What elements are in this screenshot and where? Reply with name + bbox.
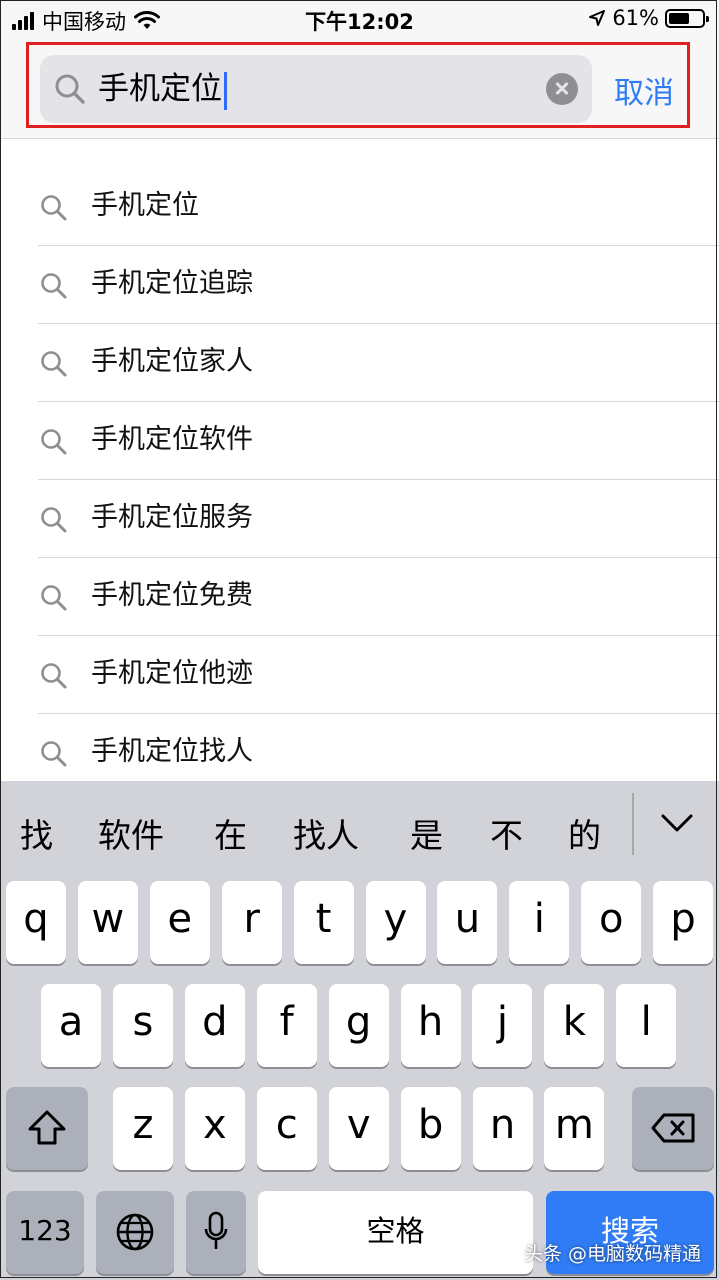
key-u[interactable]: u <box>437 881 498 964</box>
candidate-item[interactable]: 软件 <box>98 809 164 857</box>
suggestion-item[interactable]: 手机定位 <box>0 168 719 246</box>
candidate-item[interactable]: 是 <box>410 809 443 857</box>
suggestion-label: 手机定位家人 <box>91 346 253 377</box>
globe-icon <box>116 1213 154 1251</box>
candidate-item[interactable]: 找人 <box>293 809 359 857</box>
suggestion-item[interactable]: 手机定位追踪 <box>0 246 719 324</box>
key-j[interactable]: j <box>472 984 533 1067</box>
key-m[interactable]: m <box>544 1087 605 1170</box>
key-o[interactable]: o <box>581 881 642 964</box>
key-f[interactable]: f <box>256 984 317 1067</box>
keyboard: 找软件 在找人 是不的 q w e r t y u i o p a s d f g h j k l z x c v b n m 123 空… <box>0 781 719 1280</box>
suggestion-item[interactable]: 手机定位免费 <box>0 558 719 636</box>
search-icon <box>40 662 68 694</box>
key-e[interactable]: e <box>149 881 210 964</box>
key-x[interactable]: x <box>184 1087 245 1170</box>
suggestion-item[interactable]: 手机定位家人 <box>0 324 719 402</box>
key-z[interactable]: z <box>113 1087 173 1170</box>
backspace-key[interactable] <box>632 1087 714 1170</box>
key-d[interactable]: d <box>184 984 245 1067</box>
key-w[interactable]: w <box>77 881 138 964</box>
key-a[interactable]: a <box>41 984 101 1067</box>
key-c[interactable]: c <box>256 1087 317 1170</box>
suggestion-label: 手机定位追踪 <box>91 268 253 299</box>
text-cursor <box>224 71 227 110</box>
candidate-divider <box>632 793 634 855</box>
key-l[interactable]: l <box>616 984 677 1067</box>
battery-percent: 61% <box>612 6 659 30</box>
candidate-item[interactable]: 在 <box>214 809 247 857</box>
shift-key[interactable] <box>6 1087 88 1170</box>
candidate-item[interactable]: 的 <box>568 809 601 857</box>
status-right: 61% <box>588 6 709 30</box>
key-n[interactable]: n <box>472 1087 533 1170</box>
candidate-item[interactable]: 不 <box>490 809 523 857</box>
search-icon <box>40 740 68 772</box>
search-icon <box>40 506 68 538</box>
key-p[interactable]: p <box>653 881 714 964</box>
search-icon <box>40 584 68 616</box>
key-g[interactable]: g <box>328 984 389 1067</box>
suggestion-label: 手机定位找人 <box>91 736 253 767</box>
numbers-key[interactable]: 123 <box>6 1191 84 1274</box>
globe-key[interactable] <box>96 1191 174 1274</box>
suggestion-label: 手机定位服务 <box>91 502 253 533</box>
microphone-icon <box>204 1211 228 1249</box>
suggestion-label: 手机定位他迹 <box>91 658 253 689</box>
suggestion-item[interactable]: 手机定位软件 <box>0 402 719 480</box>
search-icon <box>55 74 85 104</box>
key-h[interactable]: h <box>400 984 461 1067</box>
status-bar: 中国移动 下午12:02 61% <box>0 0 719 38</box>
suggestion-item[interactable]: 手机定位他迹 <box>0 636 719 714</box>
microphone-key[interactable] <box>186 1191 246 1274</box>
search-query[interactable]: 手机定位 <box>98 69 227 110</box>
suggestion-item[interactable]: 手机定位服务 <box>0 480 719 558</box>
battery-icon <box>665 8 709 28</box>
candidate-bar: 找软件 在找人 是不的 <box>0 781 719 881</box>
search-icon <box>40 428 68 460</box>
shift-icon <box>28 1110 66 1145</box>
location-arrow-icon <box>589 10 606 26</box>
search-header: 手机定位 取消 <box>0 38 719 139</box>
chevron-down-icon[interactable] <box>660 811 694 835</box>
candidate-item[interactable]: 找 <box>20 809 53 857</box>
search-icon <box>40 194 68 226</box>
key-t[interactable]: t <box>293 881 354 964</box>
key-i[interactable]: i <box>509 881 570 964</box>
clear-icon[interactable] <box>546 73 578 105</box>
key-v[interactable]: v <box>328 1087 389 1170</box>
key-b[interactable]: b <box>400 1087 461 1170</box>
backspace-icon <box>651 1113 695 1143</box>
key-r[interactable]: r <box>221 881 282 964</box>
search-icon <box>40 350 68 382</box>
key-s[interactable]: s <box>112 984 173 1067</box>
battery-level <box>669 12 689 24</box>
suggestion-list: 手机定位手机定位追踪 手机定位家人 手机定位软件 手机定位服务 手机定位免费 手机定位他迹… <box>0 168 719 792</box>
key-y[interactable]: y <box>365 881 426 964</box>
search-icon <box>40 272 68 304</box>
search-field[interactable]: 手机定位 <box>40 55 592 123</box>
key-k[interactable]: k <box>544 984 605 1067</box>
suggestion-label: 手机定位软件 <box>91 424 253 455</box>
watermark: 头条 @电脑数码精通 <box>523 1243 701 1265</box>
space-key[interactable]: 空格 <box>258 1191 533 1274</box>
suggestion-label: 手机定位免费 <box>91 580 253 611</box>
suggestion-label: 手机定位 <box>91 190 199 221</box>
key-q[interactable]: q <box>6 881 66 964</box>
cancel-button[interactable]: 取消 <box>614 68 674 112</box>
